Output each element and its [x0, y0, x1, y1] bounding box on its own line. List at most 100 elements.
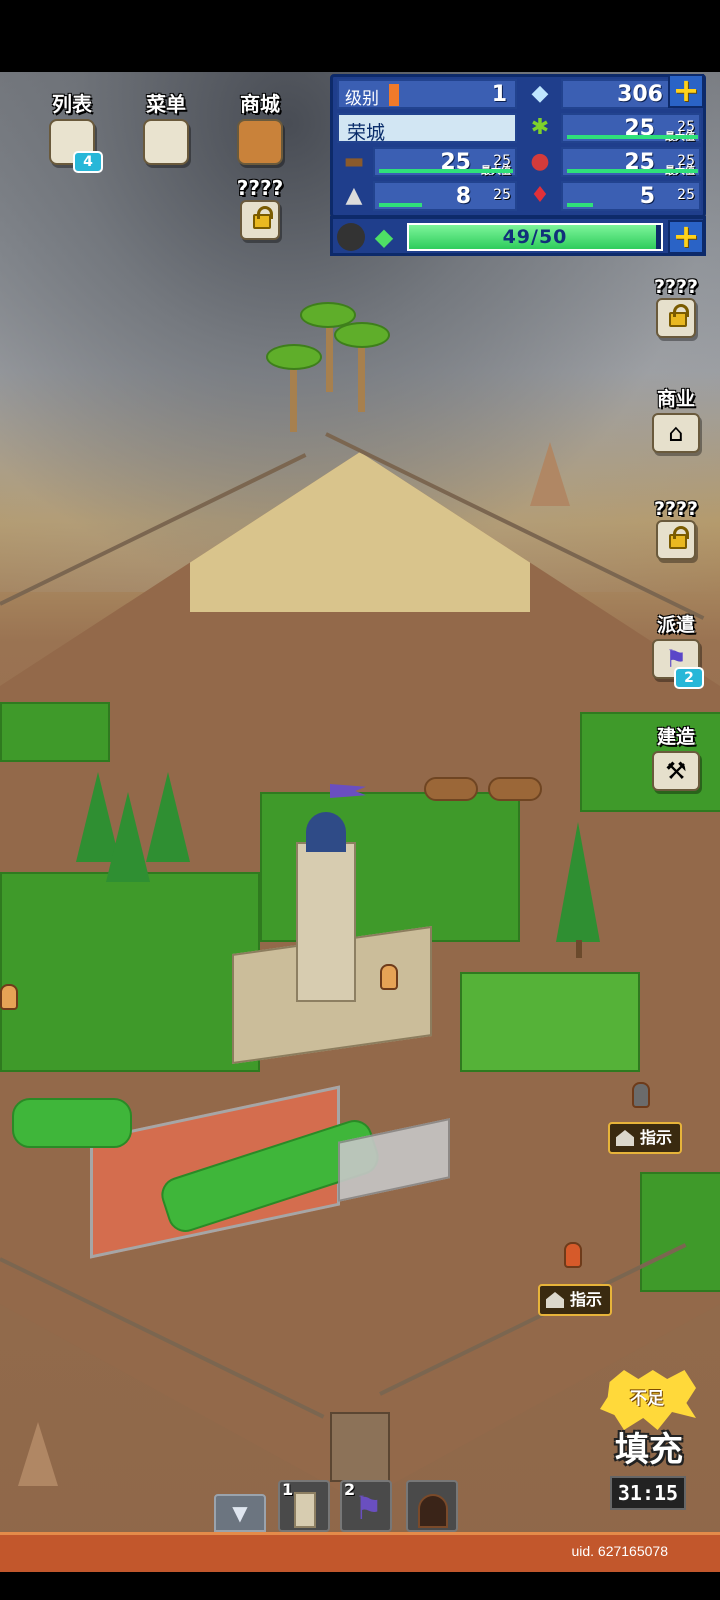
wood-pile[interactable] — [488, 777, 542, 801]
hotbar-slot-cave[interactable] — [406, 1480, 458, 1532]
refill-button[interactable]: 不足 填充 31:15 — [592, 1370, 706, 1520]
tower-icon — [294, 1492, 316, 1528]
slot-number-1: 1 — [282, 1480, 294, 1499]
game-map[interactable] — [0, 72, 720, 1572]
visitor[interactable] — [564, 1242, 582, 1268]
pine-tree — [106, 792, 150, 882]
level-cell: 级别 1 — [337, 79, 517, 109]
locked-label: ???? — [236, 176, 284, 200]
cave-icon — [418, 1494, 448, 1528]
dispatch-button[interactable]: 派遣 ⚑ 2 — [646, 610, 706, 689]
refill-badge: 不足 — [630, 1389, 664, 1409]
pine-tree — [556, 822, 600, 942]
shop-label: 商城 — [240, 92, 280, 116]
hint-button-2[interactable]: 指示 — [538, 1284, 613, 1316]
list-icon: 4 — [49, 119, 103, 173]
locked-label-1: ???? — [653, 276, 699, 298]
tower-dome — [306, 812, 346, 852]
food-cell: 25 25 最大值 — [561, 147, 701, 177]
level-value: 1 — [491, 82, 507, 107]
locked-label-2: ???? — [653, 498, 699, 520]
flag-icon: ⚑ 2 — [652, 639, 704, 689]
palm-trunk — [290, 362, 297, 432]
grass-patch — [0, 872, 260, 1072]
wood-icon: ▬ — [343, 149, 365, 174]
wood-cell: 25 25 最大值 — [373, 147, 517, 177]
locked-side-button-1[interactable]: ???? — [646, 276, 706, 342]
grass-bar — [567, 135, 698, 139]
tree-trunk — [576, 940, 582, 958]
hammer-icon: ⚒ — [652, 751, 700, 791]
uid-label: uid. 627165078 — [571, 1543, 668, 1559]
wood-bar — [379, 169, 514, 173]
palm-tree — [334, 322, 390, 348]
villager[interactable] — [380, 964, 398, 990]
grass-patch — [460, 972, 640, 1072]
locked-menu-button[interactable]: ???? — [228, 176, 292, 244]
ruby-bar — [567, 203, 593, 207]
collapse-hotbar-button[interactable]: ▼ — [214, 1494, 266, 1532]
menu-label: 菜单 — [146, 92, 186, 116]
town-name: 荣城 — [347, 122, 386, 144]
status-bar-area — [0, 0, 720, 72]
signboard-icon — [143, 119, 189, 165]
hint-label-1: 指示 — [640, 1128, 673, 1147]
menu-button[interactable]: 菜单 — [134, 88, 198, 169]
house-hint-icon — [616, 1130, 634, 1146]
ruby-icon: ♦ — [530, 183, 550, 208]
energy-row: ◆ 49/50 — [330, 216, 706, 256]
energy-text: 49/50 — [502, 226, 568, 248]
hedge — [12, 1098, 132, 1148]
wood-pile[interactable] — [424, 777, 478, 801]
grass-cell: 25 25 最大值 — [561, 113, 701, 143]
shop-house-icon: ⌂ — [652, 413, 700, 453]
visitor[interactable] — [632, 1082, 650, 1108]
build-button[interactable]: 建造 ⚒ — [646, 722, 706, 791]
list-label: 列表 — [52, 92, 92, 116]
energy-gem-icon: ◆ — [374, 223, 394, 251]
villager[interactable] — [0, 984, 18, 1010]
add-energy-button[interactable]: + — [668, 220, 704, 254]
gem-icon: ◆ — [531, 81, 549, 106]
rock-spire — [530, 442, 570, 506]
level-label: 级别 — [345, 89, 379, 109]
navigation-area — [0, 1572, 720, 1600]
hotbar-slot-tower[interactable]: 1 — [278, 1480, 330, 1532]
level-progress — [389, 84, 399, 106]
food-icon: ● — [530, 149, 550, 174]
ruby-max: 25 — [677, 187, 695, 203]
palm-tree — [266, 344, 322, 370]
grass-patch — [0, 702, 110, 762]
lock-icon — [656, 520, 696, 560]
ore-value: 8 — [455, 184, 471, 209]
ruby-cell: 5 25 — [561, 181, 701, 211]
palm-trunk — [358, 342, 365, 412]
resource-panel: 级别 1 ◆ 306 荣城 ✱ 25 25 最大值 ▬ 25 25 最大值 ● … — [330, 74, 706, 218]
build-label: 建造 — [656, 726, 695, 748]
grass-icon: ✱ — [530, 115, 550, 140]
treasure-chest-icon — [237, 119, 283, 165]
town-gate[interactable] — [330, 1412, 390, 1482]
commerce-label: 商业 — [656, 388, 695, 410]
list-button[interactable]: 列表 4 — [40, 88, 104, 173]
pine-tree — [146, 772, 190, 862]
ore-icon: ▲ — [345, 183, 363, 208]
hint-button-1[interactable]: 指示 — [608, 1122, 683, 1154]
hotbar-slot-flag[interactable]: 2 ⚑ — [340, 1480, 392, 1532]
shop-button[interactable]: 商城 — [228, 88, 292, 169]
hint-label-2: 指示 — [570, 1290, 603, 1309]
refill-title: 填充 — [615, 1430, 683, 1470]
lock-icon — [656, 298, 696, 338]
food-bar — [567, 169, 698, 173]
list-badge: 4 — [73, 151, 103, 173]
town-name-cell: 荣城 — [337, 113, 517, 144]
ore-bar — [379, 203, 423, 207]
grass-patch — [640, 1172, 720, 1292]
energy-bar: 49/50 — [407, 223, 663, 251]
palm-trunk — [326, 322, 333, 392]
commerce-button[interactable]: 商业 ⌂ — [646, 384, 706, 453]
town-hall-tower[interactable] — [296, 842, 356, 1002]
dispatch-label: 派遣 — [656, 614, 695, 636]
add-gems-button[interactable]: + — [668, 74, 704, 108]
locked-side-button-2[interactable]: ???? — [646, 498, 706, 564]
